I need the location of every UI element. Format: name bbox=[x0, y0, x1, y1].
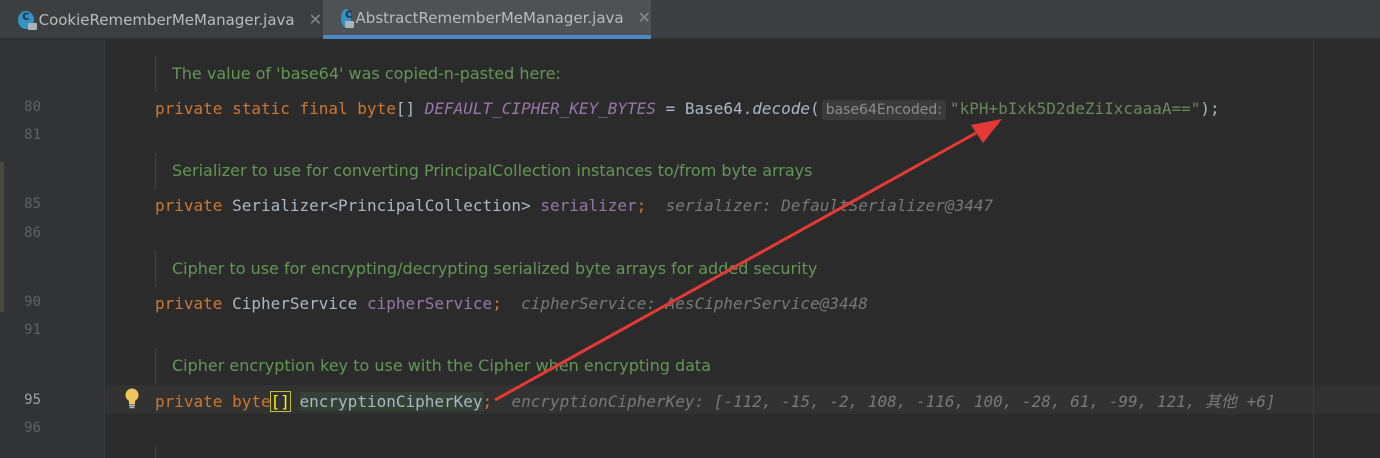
array-brackets: [] bbox=[395, 99, 416, 118]
assignment: = Base64. bbox=[655, 99, 753, 118]
line-number: 80 bbox=[24, 99, 41, 115]
semicolon: ; bbox=[636, 196, 647, 215]
java-class-icon bbox=[18, 9, 37, 30]
close-icon[interactable]: ✕ bbox=[638, 8, 651, 27]
field-name: encryptionCipherKey bbox=[299, 392, 483, 411]
matched-brackets: [] bbox=[269, 391, 291, 412]
line-number: 96 bbox=[24, 420, 41, 436]
lightbulb-icon[interactable] bbox=[123, 387, 141, 409]
type-name: CipherService bbox=[232, 294, 358, 313]
debug-inline-value: cipherService: AesCipherService@3448 bbox=[521, 294, 868, 313]
paren-close: ); bbox=[1200, 99, 1220, 118]
java-class-icon bbox=[341, 7, 353, 28]
keyword: private bbox=[155, 294, 223, 313]
keyword: private static final bbox=[155, 99, 348, 118]
line-number: 81 bbox=[24, 127, 41, 143]
semicolon: ; bbox=[482, 392, 493, 411]
close-icon[interactable]: ✕ bbox=[309, 10, 322, 29]
semicolon: ; bbox=[492, 294, 502, 313]
doc-comment: Serializer to use for converting Princip… bbox=[155, 153, 1295, 189]
line-number: 90 bbox=[24, 294, 41, 310]
keyword: private bbox=[155, 196, 223, 215]
doc-comment: Cipher encryption key to use with the Ci… bbox=[155, 348, 1295, 384]
tab-abstract-remember-me-manager[interactable]: AbstractRememberMeManager.java ✕ bbox=[323, 0, 651, 39]
code-editor[interactable]: 80 81 85 86 90 91 95 96 The value of 'ba… bbox=[0, 40, 1380, 458]
field-name: serializer bbox=[540, 196, 637, 215]
doc-comment: The value of 'base64' was copied-n-paste… bbox=[155, 56, 1295, 92]
doc-comment-partial bbox=[155, 446, 755, 458]
tab-label: CookieRememberMeManager.java bbox=[38, 10, 295, 29]
type-name: Serializer<PrincipalCollection> bbox=[232, 196, 531, 215]
keyword: private bbox=[155, 392, 223, 411]
tab-label: AbstractRememberMeManager.java bbox=[355, 8, 624, 27]
line-number: 95 bbox=[24, 392, 41, 408]
doc-comment: Cipher to use for encrypting/decrypting … bbox=[155, 251, 1295, 287]
editor-tab-bar: CookieRememberMeManager.java ✕ AbstractR… bbox=[0, 0, 1380, 39]
code-line-90[interactable]: private CipherService cipherService; cip… bbox=[155, 294, 868, 314]
line-number: 85 bbox=[24, 196, 41, 212]
debug-inline-value: serializer: DefaultSerializer@3447 bbox=[665, 196, 994, 215]
constant-name: DEFAULT_CIPHER_KEY_BYTES bbox=[424, 99, 656, 118]
code-line-80[interactable]: private static final byte[] DEFAULT_CIPH… bbox=[155, 99, 1220, 120]
line-number: 86 bbox=[24, 225, 41, 241]
code-line-95[interactable]: private byte[] encryptionCipherKey; encr… bbox=[155, 391, 1276, 412]
string-literal: "kPH+bIxk5D2deZiIxcaaaA==" bbox=[949, 99, 1201, 118]
field-name: cipherService bbox=[366, 294, 493, 313]
right-margin-guide bbox=[1313, 40, 1314, 458]
debug-inline-value: encryptionCipherKey: [-112, -15, -2, 108… bbox=[511, 392, 1276, 411]
line-number: 91 bbox=[24, 322, 41, 338]
parameter-hint: base64Encoded: bbox=[821, 100, 946, 120]
paren-open: ( bbox=[810, 99, 820, 118]
tab-cookie-remember-me-manager[interactable]: CookieRememberMeManager.java ✕ bbox=[0, 0, 322, 39]
keyword: byte bbox=[357, 99, 396, 118]
code-line-85[interactable]: private Serializer<PrincipalCollection> … bbox=[155, 196, 993, 216]
left-tool-strip bbox=[0, 40, 7, 458]
method-name: decode bbox=[752, 99, 811, 118]
keyword: byte bbox=[232, 392, 271, 411]
